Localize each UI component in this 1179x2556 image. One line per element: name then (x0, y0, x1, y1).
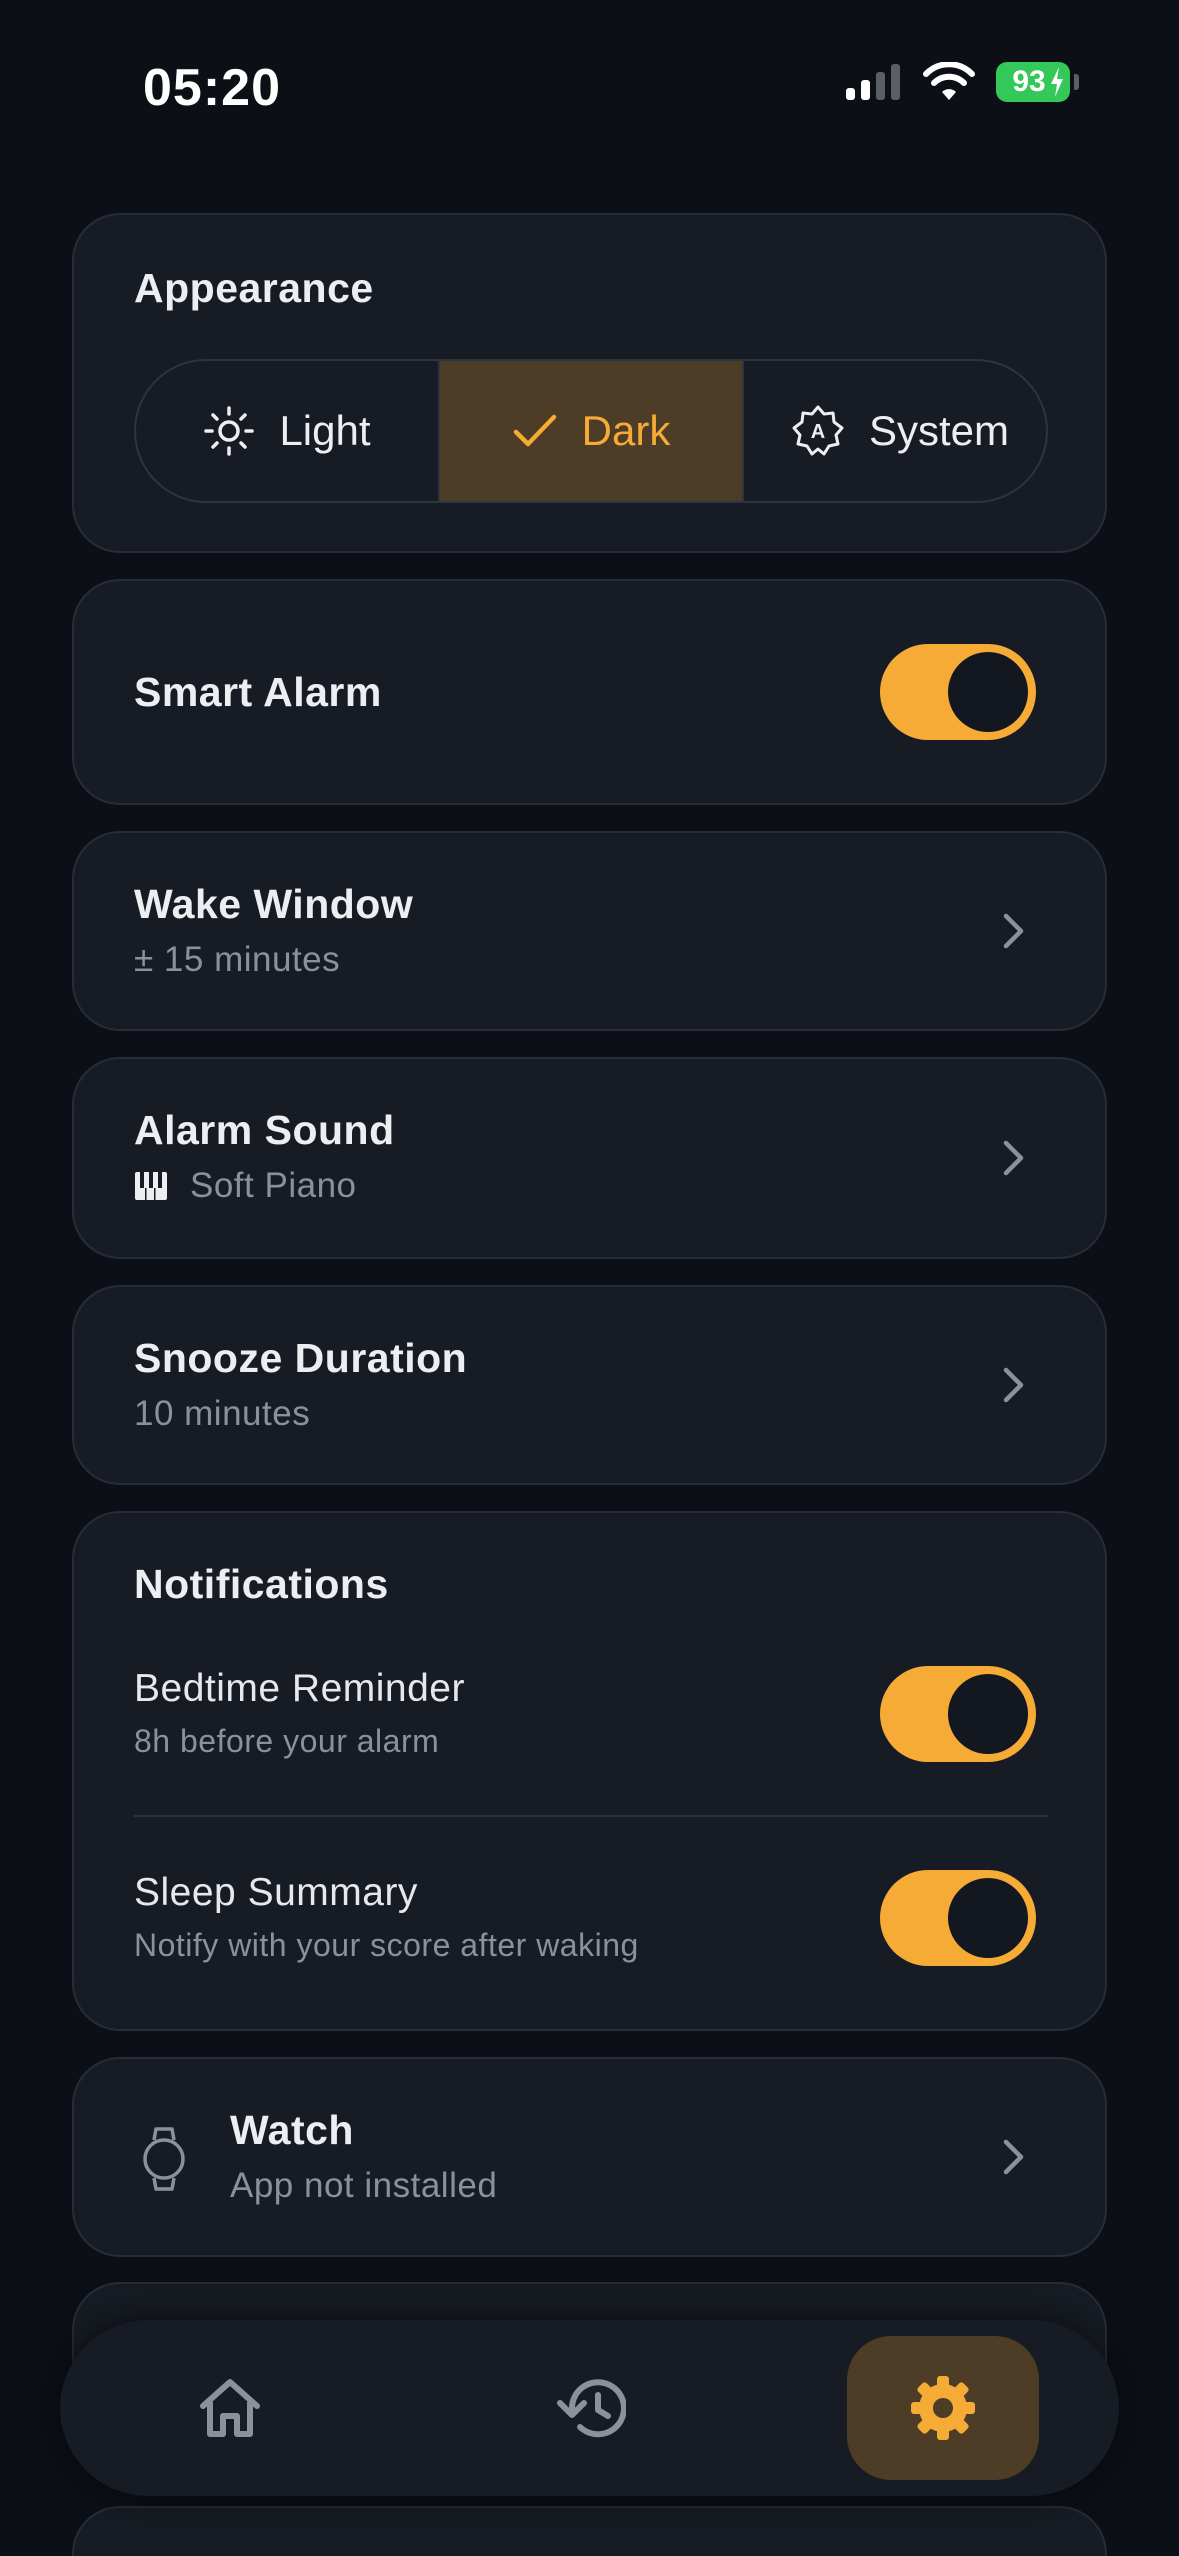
snooze-duration-row[interactable]: Snooze Duration 10 minutes (72, 1285, 1107, 1485)
appearance-title: Appearance (134, 265, 374, 311)
chevron-right-icon (1003, 1140, 1024, 1176)
chevron-right-icon (1003, 913, 1024, 949)
alarm-sound-title: Alarm Sound (134, 1107, 395, 1153)
check-icon (513, 414, 556, 447)
appearance-card: Appearance Light Dark A System (72, 213, 1107, 553)
partial-card-bottom (72, 2506, 1107, 2556)
alarm-sound-value: Soft Piano (190, 1166, 357, 1205)
smart-alarm-card: Smart Alarm (72, 579, 1107, 805)
sleep-summary-subtitle: Notify with your score after waking (134, 1927, 639, 1963)
bedtime-reminder-row: Bedtime Reminder 8h before your alarm (134, 1667, 465, 1760)
settings-icon (911, 2376, 975, 2440)
snooze-title: Snooze Duration (134, 1335, 468, 1381)
notifications-title: Notifications (134, 1561, 389, 1607)
battery-level: 93 (1012, 65, 1046, 98)
wake-window-value: ± 15 minutes (134, 940, 341, 979)
divider (134, 1815, 1048, 1817)
appearance-option-light[interactable]: Light (136, 361, 440, 501)
notifications-card: Notifications Bedtime Reminder 8h before… (72, 1511, 1107, 2031)
bottom-navigation (60, 2320, 1119, 2496)
watch-title: Watch (230, 2107, 354, 2153)
status-icons: 93 (844, 62, 1079, 102)
battery-cap (1074, 74, 1079, 90)
appearance-option-system[interactable]: A System (744, 361, 1046, 501)
nav-history-button[interactable] (530, 2320, 650, 2496)
alarm-sound-value-row: Soft Piano (134, 1166, 395, 1206)
toggle-knob (948, 1878, 1028, 1958)
watch-subtitle: App not installed (230, 2166, 498, 2205)
svg-text:A: A (811, 421, 825, 443)
nav-settings-button[interactable] (847, 2336, 1039, 2480)
appearance-option-dark[interactable]: Dark (440, 361, 744, 501)
home-icon (200, 2379, 260, 2437)
bedtime-reminder-title: Bedtime Reminder (134, 1667, 465, 1710)
status-time: 05:20 (143, 59, 281, 117)
wake-window-title: Wake Window (134, 881, 414, 927)
bedtime-reminder-toggle[interactable] (880, 1666, 1036, 1762)
settings-screen: 05:20 93 Appearance Light Dark A System … (0, 0, 1179, 2556)
piano-icon (135, 1172, 167, 1200)
wake-window-row[interactable]: Wake Window ± 15 minutes (72, 831, 1107, 1031)
watch-icon (143, 2127, 185, 2191)
bedtime-reminder-subtitle: 8h before your alarm (134, 1723, 440, 1759)
appearance-segmented-control: Light Dark A System (134, 359, 1048, 503)
history-icon (557, 2379, 626, 2438)
chevron-right-icon (1003, 2139, 1024, 2175)
snooze-value: 10 minutes (134, 1394, 311, 1433)
sleep-summary-row: Sleep Summary Notify with your score aft… (134, 1871, 639, 1964)
appearance-light-label: Light (279, 407, 371, 454)
alarm-sound-row[interactable]: Alarm Sound Soft Piano (72, 1057, 1107, 1259)
sleep-summary-toggle[interactable] (880, 1870, 1036, 1966)
nav-home-button[interactable] (170, 2320, 290, 2496)
watch-row[interactable]: Watch App not installed (72, 2057, 1107, 2257)
sun-icon (204, 406, 255, 456)
battery-icon: 93 (996, 62, 1070, 102)
auto-brightness-icon: A (792, 405, 844, 456)
toggle-knob (948, 1674, 1028, 1754)
cellular-signal-icon (846, 64, 900, 100)
sleep-summary-title: Sleep Summary (134, 1871, 418, 1914)
smart-alarm-title: Smart Alarm (134, 669, 382, 715)
wifi-icon (923, 62, 975, 100)
chevron-right-icon (1003, 1367, 1024, 1403)
smart-alarm-toggle[interactable] (880, 644, 1036, 740)
toggle-knob (948, 652, 1028, 732)
appearance-dark-label: Dark (581, 407, 671, 454)
appearance-system-label: System (869, 407, 1010, 454)
